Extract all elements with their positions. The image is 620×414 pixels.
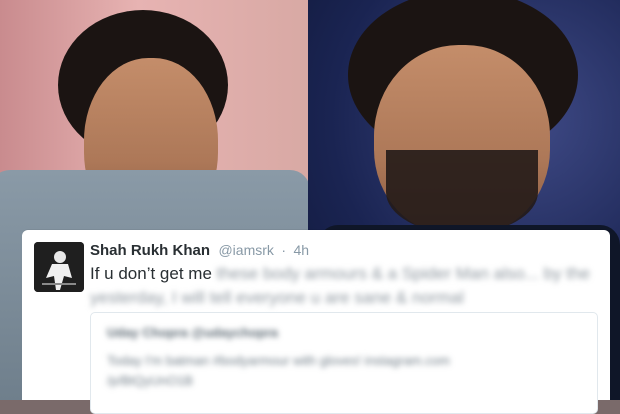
tweet-timestamp[interactable]: 4h bbox=[293, 242, 309, 258]
tweet-text: If u don’t get me these body armours & a… bbox=[90, 262, 600, 310]
display-name[interactable]: Shah Rukh Khan bbox=[90, 242, 210, 259]
tweet-visible-text: If u don’t get me bbox=[90, 264, 212, 283]
quoted-tweet[interactable]: Uday Chopra @udaychopra Today I'm batman… bbox=[90, 312, 598, 414]
quoted-author: Uday Chopra @udaychopra bbox=[107, 325, 278, 340]
user-handle[interactable]: @iamsrk bbox=[218, 242, 273, 258]
avatar[interactable] bbox=[34, 242, 84, 292]
tweet-header: Shah Rukh Khan @iamsrk · 4h bbox=[90, 242, 309, 260]
quoted-text-line-2: /p/BtQyUnO1B bbox=[107, 373, 193, 388]
quoted-text-line-1: Today I'm batman #bodyarmour with gloves… bbox=[107, 353, 450, 368]
right-beard-shape bbox=[386, 150, 538, 234]
profile-picture-icon bbox=[34, 242, 84, 292]
tweet-card: Shah Rukh Khan @iamsrk · 4h If u don’t g… bbox=[22, 230, 610, 414]
header-separator: · bbox=[281, 242, 287, 258]
